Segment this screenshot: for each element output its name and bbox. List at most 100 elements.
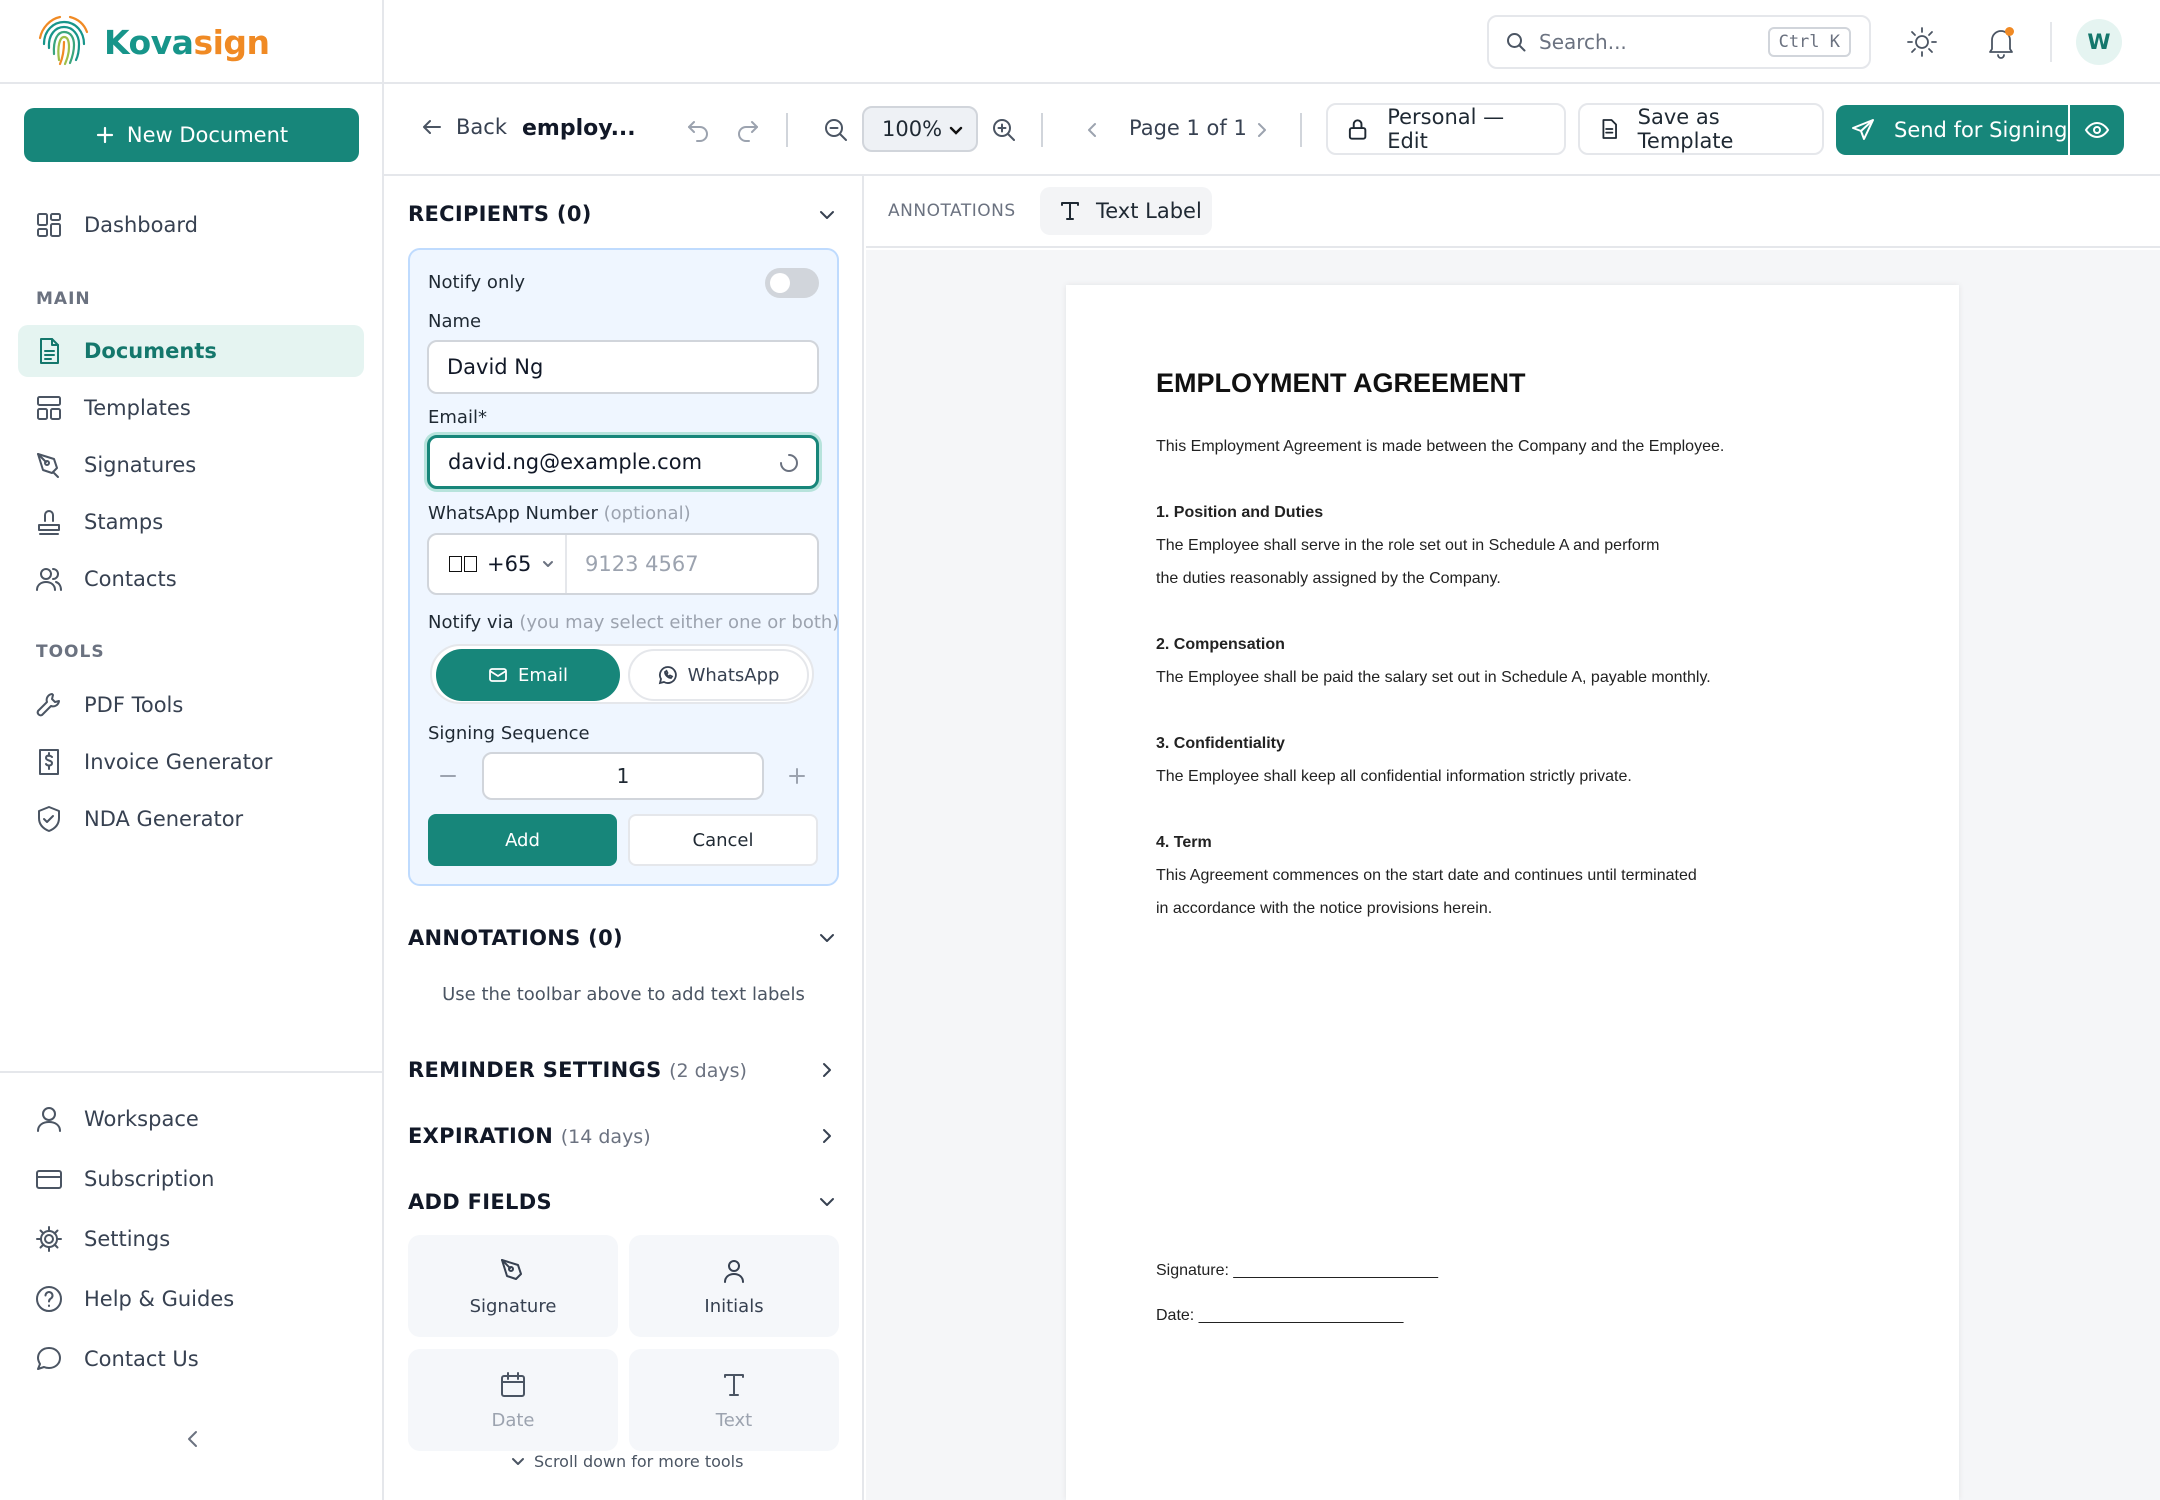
zoom-select[interactable]: 100%	[862, 106, 978, 152]
fingerprint-logo-icon	[38, 15, 89, 66]
sun-icon[interactable]	[1904, 24, 1940, 60]
signing-sequence-input[interactable]: 1	[482, 752, 764, 800]
chevron-right-icon[interactable]	[1250, 118, 1274, 142]
credit-card-icon	[36, 1170, 62, 1189]
sidebar-item-nda-generator[interactable]: NDA Generator	[18, 793, 364, 845]
pen-nib-icon	[37, 453, 59, 478]
chevron-down-icon[interactable]	[815, 926, 839, 950]
sidebar-item-subscription[interactable]: Subscription	[18, 1153, 364, 1205]
field-tile-label: Text	[715, 1409, 753, 1431]
sidebar-item-dashboard[interactable]: Dashboard	[18, 199, 364, 251]
expiration-value: (14 days)	[560, 1126, 651, 1148]
plus-icon	[96, 126, 113, 144]
zoom-out-icon[interactable]	[822, 116, 850, 144]
notify-whatsapp-label: WhatsApp	[687, 664, 780, 686]
sidebar-item-documents[interactable]: Documents	[18, 325, 364, 377]
chevron-down-icon[interactable]	[815, 1190, 839, 1214]
reminder-settings-heading[interactable]: REMINDER SETTINGS (2 days)	[408, 1058, 747, 1082]
back-button[interactable]: Back	[420, 115, 507, 139]
email-field[interactable]: david.ng@example.com	[427, 435, 819, 489]
sidebar-item-stamps[interactable]: Stamps	[18, 496, 364, 548]
sidebar-item-pdf-tools[interactable]: PDF Tools	[18, 679, 364, 731]
notify-whatsapp-button[interactable]: WhatsApp	[628, 649, 809, 701]
annotations-hint: Use the toolbar above to add text labels	[442, 984, 805, 1005]
notify-only-label: Notify only	[428, 272, 526, 293]
cancel-button[interactable]: Cancel	[628, 814, 818, 866]
sidebar-item-label: Templates	[84, 396, 191, 420]
sidebar-item-signatures[interactable]: Signatures	[18, 439, 364, 491]
chevron-down-icon	[543, 561, 554, 567]
signature-line: Signature: _______________________	[1156, 1262, 1439, 1279]
sidebar-item-contact-us[interactable]: Contact Us	[18, 1333, 364, 1385]
whatsapp-icon	[658, 666, 677, 685]
preview-button[interactable]	[2070, 105, 2124, 155]
scroll-hint: Scroll down for more tools	[510, 1452, 743, 1471]
document-paragraph: the duties reasonably assigned by the Co…	[1156, 570, 1501, 587]
chevron-down-icon[interactable]	[815, 203, 839, 227]
document-name[interactable]: employ...	[522, 116, 636, 141]
toolbar-divider	[1300, 113, 1302, 147]
zoom-in-icon[interactable]	[990, 116, 1018, 144]
sidebar-item-label: Invoice Generator	[84, 750, 273, 774]
logo[interactable]: Kovasign	[34, 14, 270, 70]
sidebar-item-help-guides[interactable]: Help & Guides	[18, 1273, 364, 1325]
notify-email-button[interactable]: Email	[436, 649, 620, 701]
document-paragraph: The Employee shall serve in the role set…	[1156, 537, 1660, 554]
edit-mode-button[interactable]: Personal — Edit	[1326, 103, 1566, 155]
stamp-icon	[38, 510, 60, 535]
chevron-right-icon[interactable]	[815, 1124, 839, 1148]
initials-field-tile[interactable]: Initials	[629, 1235, 839, 1337]
sidebar-item-settings[interactable]: Settings	[18, 1213, 364, 1265]
redo-icon[interactable]	[735, 117, 761, 143]
eye-icon	[2084, 121, 2110, 139]
document-paragraph: The Employee shall be paid the salary se…	[1156, 669, 1711, 686]
text-label-button[interactable]: Text Label	[1040, 187, 1212, 235]
signing-sequence-value: 1	[616, 764, 630, 788]
expiration-heading[interactable]: EXPIRATION (14 days)	[408, 1124, 651, 1148]
sidebar-item-invoice-generator[interactable]: Invoice Generator	[18, 736, 364, 788]
name-field[interactable]: David Ng	[427, 340, 819, 394]
document-title: EMPLOYMENT AGREEMENT	[1156, 368, 1526, 398]
user-icon	[37, 1107, 61, 1132]
date-field-tile[interactable]: Date	[408, 1349, 618, 1451]
collapse-sidebar-icon[interactable]	[178, 1424, 208, 1454]
signature-field-tile[interactable]: Signature	[408, 1235, 618, 1337]
field-tile-label: Initials	[704, 1295, 764, 1317]
add-recipient-button[interactable]: Add	[428, 814, 617, 866]
sidebar-item-label: PDF Tools	[84, 693, 184, 717]
arrow-left-icon	[423, 120, 441, 134]
search-input[interactable]: Search... Ctrl K	[1487, 15, 1871, 69]
plus-icon[interactable]	[786, 765, 808, 787]
scroll-hint-text: Scroll down for more tools	[534, 1452, 744, 1471]
text-field-tile[interactable]: Text	[629, 1349, 839, 1451]
minus-icon[interactable]	[437, 765, 459, 787]
whatsapp-optional: (optional)	[603, 503, 691, 524]
country-code-select[interactable]: +65	[429, 535, 567, 593]
calendar-icon	[501, 1371, 525, 1397]
undo-icon[interactable]	[685, 117, 711, 143]
sidebar-item-templates[interactable]: Templates	[18, 382, 364, 434]
document-icon	[40, 338, 59, 364]
send-for-signing-button[interactable]: Send for Signing	[1836, 105, 2068, 155]
back-label: Back	[456, 115, 507, 139]
template-icon	[37, 396, 61, 420]
phone-input[interactable]: 9123 4567	[567, 552, 699, 576]
country-code: +65	[487, 552, 532, 576]
notify-only-toggle[interactable]	[765, 268, 819, 298]
reminder-title: REMINDER SETTINGS	[408, 1058, 662, 1082]
toggle-knob	[770, 273, 790, 293]
save-as-template-button[interactable]: Save as Template	[1578, 103, 1824, 155]
avatar[interactable]: W	[2076, 19, 2122, 65]
pen-nib-icon	[501, 1258, 522, 1280]
notify-email-label: Email	[518, 664, 568, 686]
page-indicator: Page 1 of 1	[1129, 116, 1247, 140]
sidebar-item-workspace[interactable]: Workspace	[18, 1093, 364, 1145]
new-document-button[interactable]: New Document	[24, 108, 359, 162]
text-label-button-label: Text Label	[1096, 199, 1202, 223]
add-fields-heading: ADD FIELDS	[408, 1190, 552, 1214]
document-paragraph: The Employee shall keep all confidential…	[1156, 768, 1632, 785]
sidebar-item-contacts[interactable]: Contacts	[18, 553, 364, 605]
chevron-right-icon[interactable]	[815, 1058, 839, 1082]
wrench-icon	[36, 693, 60, 717]
chevron-left-icon[interactable]	[1080, 118, 1104, 142]
